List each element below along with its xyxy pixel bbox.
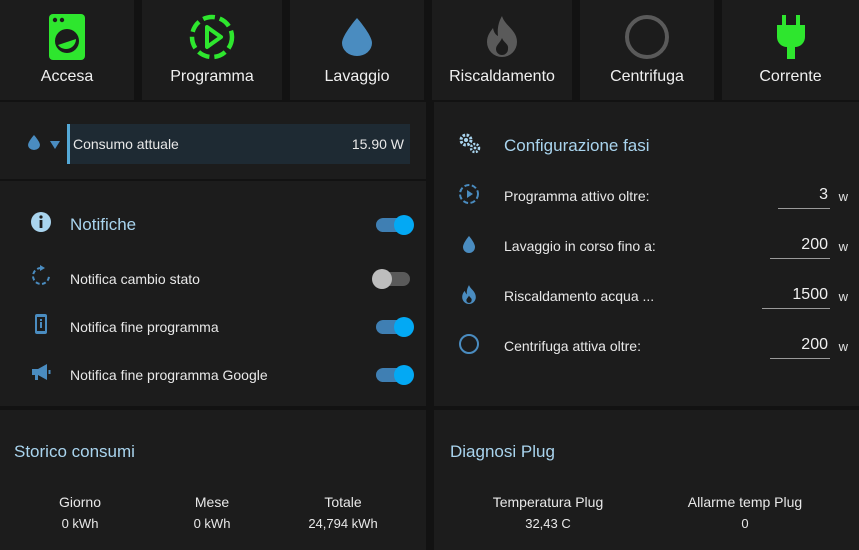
consumo-selector[interactable] bbox=[28, 135, 60, 155]
circle-outline-icon bbox=[624, 0, 670, 66]
caret-down-icon[interactable] bbox=[50, 136, 60, 154]
config-row-lavaggio: Lavaggio in corso fino a: 200 w bbox=[458, 231, 848, 261]
config-input-lavaggio[interactable]: 200 bbox=[770, 233, 830, 259]
storico-card: Storico consumi Giorno 0 kWh Mese 0 kWh … bbox=[0, 410, 426, 550]
notifica-fine-programma-row: Notifica fine programma bbox=[30, 313, 414, 340]
circle-outline-icon bbox=[458, 333, 480, 360]
fire-icon bbox=[485, 0, 519, 66]
storico-title: Storico consumi bbox=[14, 442, 135, 461]
notifiche-master-row: Notifiche bbox=[30, 211, 414, 238]
tile-label: Programma bbox=[170, 68, 254, 85]
notifica-fine-programma-toggle[interactable] bbox=[376, 316, 414, 337]
consumo-card: Consumo attuale 15.90 W bbox=[0, 102, 426, 179]
config-label: Riscaldamento acqua ... bbox=[504, 288, 655, 304]
notifica-google-toggle[interactable] bbox=[376, 364, 414, 385]
cogs-icon bbox=[458, 132, 482, 159]
stat-mese: Mese 0 kWh bbox=[172, 494, 252, 531]
tile-label: Lavaggio bbox=[324, 68, 390, 85]
water-drop-icon bbox=[342, 0, 372, 66]
diagnosi-card: Diagnosi Plug Temperatura Plug 32,43 C A… bbox=[434, 410, 859, 550]
notifica-label: Notifica cambio stato bbox=[70, 270, 200, 287]
stat-totale: Totale 24,794 kWh bbox=[293, 494, 393, 531]
notifica-cambio-stato-row: Notifica cambio stato bbox=[30, 265, 410, 292]
tile-label: Accesa bbox=[40, 68, 94, 85]
phone-info-icon bbox=[30, 313, 52, 340]
stat-value: 0 kWh bbox=[61, 516, 99, 531]
consumo-label: Consumo attuale bbox=[73, 136, 179, 152]
stat-value: 32,43 C bbox=[525, 516, 571, 531]
configurazione-title: Configurazione fasi bbox=[504, 135, 650, 155]
tile-corrente[interactable]: Corrente bbox=[722, 0, 859, 100]
config-unit: w bbox=[838, 188, 848, 204]
notifiche-card: Notifiche Notifica cambio stato Notifica… bbox=[0, 181, 426, 406]
power-plug-icon bbox=[776, 0, 805, 66]
config-row-centrifuga: Centrifuga attiva oltre: 200 w bbox=[458, 331, 848, 361]
notifica-cambio-stato-toggle[interactable] bbox=[372, 268, 410, 289]
status-tiles: Accesa Programma Lavaggio Riscaldamento bbox=[0, 0, 859, 100]
stat-label: Totale bbox=[324, 494, 362, 510]
config-unit: w bbox=[838, 238, 848, 254]
washing-machine-icon bbox=[49, 0, 85, 66]
stat-allarme: Allarme temp Plug 0 bbox=[670, 494, 820, 531]
refresh-icon bbox=[30, 265, 52, 292]
configurazione-header: Configurazione fasi bbox=[458, 132, 650, 159]
tile-centrifuga[interactable]: Centrifuga bbox=[580, 0, 714, 100]
config-label: Centrifuga attiva oltre: bbox=[504, 338, 641, 354]
notifica-google-row: Notifica fine programma Google bbox=[30, 361, 414, 388]
stat-label: Giorno bbox=[58, 494, 102, 510]
config-input-programma[interactable]: 3 bbox=[778, 183, 830, 209]
stat-label: Temperatura Plug bbox=[492, 494, 604, 510]
config-label: Lavaggio in corso fino a: bbox=[504, 238, 656, 254]
fire-icon bbox=[458, 283, 480, 310]
bullhorn-icon bbox=[30, 361, 52, 388]
tile-lavaggio[interactable]: Lavaggio bbox=[290, 0, 424, 100]
config-input-riscaldamento[interactable]: 1500 bbox=[762, 283, 830, 309]
notifiche-toggle[interactable] bbox=[376, 214, 414, 235]
tile-label: Riscaldamento bbox=[449, 68, 555, 85]
tile-riscaldamento[interactable]: Riscaldamento bbox=[432, 0, 572, 100]
stat-giorno: Giorno 0 kWh bbox=[40, 494, 120, 531]
notifiche-title: Notifiche bbox=[70, 214, 137, 234]
info-icon bbox=[30, 211, 52, 238]
stat-temperatura: Temperatura Plug 32,43 C bbox=[478, 494, 618, 531]
notifica-label: Notifica fine programma Google bbox=[70, 366, 268, 383]
tile-programma[interactable]: Programma bbox=[142, 0, 282, 100]
stat-label: Mese bbox=[194, 494, 230, 510]
stat-label: Allarme temp Plug bbox=[687, 494, 803, 510]
consumo-field[interactable]: Consumo attuale 15.90 W bbox=[67, 124, 410, 164]
config-input-centrifuga[interactable]: 200 bbox=[770, 333, 830, 359]
stat-value: 0 kWh bbox=[193, 516, 231, 531]
config-unit: w bbox=[838, 338, 848, 354]
stat-value: 0 bbox=[741, 516, 749, 531]
diagnosi-title: Diagnosi Plug bbox=[450, 442, 555, 461]
config-row-riscaldamento: Riscaldamento acqua ... 1500 w bbox=[458, 281, 848, 311]
tile-accesa[interactable]: Accesa bbox=[0, 0, 134, 100]
consumo-value: 15.90 W bbox=[351, 136, 404, 152]
stat-value: 24,794 kWh bbox=[308, 516, 378, 531]
notifica-label: Notifica fine programma bbox=[70, 318, 219, 335]
water-drop-icon bbox=[458, 233, 480, 260]
play-circle-dashed-icon bbox=[189, 0, 235, 66]
water-drop-icon bbox=[28, 135, 40, 155]
play-circle-dashed-icon bbox=[458, 183, 480, 210]
config-row-programma: Programma attivo oltre: 3 w bbox=[458, 181, 848, 211]
config-label: Programma attivo oltre: bbox=[504, 188, 650, 204]
config-unit: w bbox=[838, 288, 848, 304]
tile-label: Corrente bbox=[759, 68, 822, 85]
tile-label: Centrifuga bbox=[610, 68, 684, 85]
configurazione-card: Configurazione fasi Programma attivo olt… bbox=[434, 102, 859, 406]
